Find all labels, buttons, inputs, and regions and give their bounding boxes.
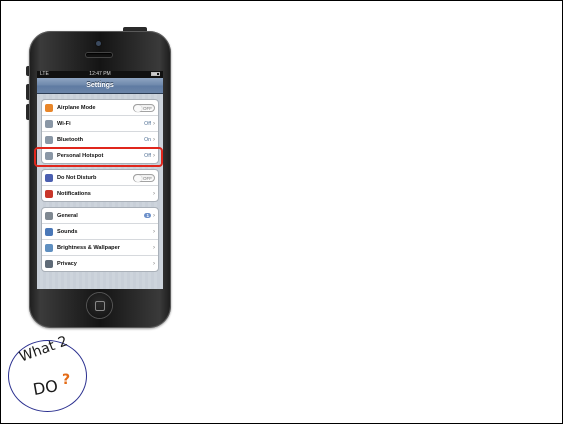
settings-row-label: Wi-Fi <box>57 120 71 127</box>
settings-row-label: General <box>57 212 78 219</box>
iphone-device: LTE 12:47 PM Settings Airplane Mode OFF Wi… <box>29 31 171 328</box>
settings-list: Airplane Mode OFF Wi-Fi Off › Bluetooth On › Per… <box>37 99 163 272</box>
status-bar: LTE 12:47 PM <box>37 71 163 78</box>
settings-row-general[interactable]: General 1 › <box>42 208 158 223</box>
gear-icon <box>45 211 53 220</box>
chevron-right-icon: › <box>153 212 155 219</box>
chevron-right-icon: › <box>153 190 155 197</box>
settings-group: General 1 › Sounds › Brightness & Wallpaper › P… <box>41 207 159 272</box>
status-time: 12:47 PM <box>89 71 111 77</box>
toggle-switch[interactable]: OFF <box>133 103 155 112</box>
settings-row-value: On <box>144 136 151 143</box>
settings-row-do-not-disturb[interactable]: Do Not Disturb OFF <box>42 170 158 185</box>
settings-row-brightness-and-wallpaper[interactable]: Brightness & Wallpaper › <box>42 239 158 255</box>
settings-row-label: Privacy <box>57 260 77 267</box>
settings-row-notifications[interactable]: Notifications › <box>42 185 158 201</box>
toggle-switch[interactable]: OFF <box>133 173 155 182</box>
chevron-right-icon: › <box>153 136 155 143</box>
earpiece-speaker <box>86 53 112 57</box>
notifications-icon <box>45 189 53 198</box>
settings-group: Do Not Disturb OFF Notifications › <box>41 169 159 202</box>
bluetooth-icon <box>45 135 53 144</box>
settings-row-label: Bluetooth <box>57 136 84 143</box>
speaker-icon <box>45 227 53 236</box>
settings-row-label: Brightness & Wallpaper <box>57 244 120 251</box>
battery-icon <box>151 72 160 76</box>
moon-icon <box>45 173 53 182</box>
settings-row-airplane-mode[interactable]: Airplane Mode OFF <box>42 100 158 115</box>
page-title: Settings <box>86 82 114 89</box>
chevron-right-icon: › <box>153 260 155 267</box>
update-badge: 1 <box>144 213 151 218</box>
chevron-right-icon: › <box>153 120 155 127</box>
personal-hotspot-highlight <box>34 147 163 167</box>
settings-row-label: Do Not Disturb <box>57 174 97 181</box>
home-square-icon <box>95 301 105 311</box>
airplane-icon <box>45 103 53 112</box>
phone-screen: LTE 12:47 PM Settings Airplane Mode OFF Wi… <box>37 71 163 289</box>
stamp-question-mark: ? <box>62 372 71 388</box>
settings-row-label: Airplane Mode <box>57 104 96 111</box>
settings-row-privacy[interactable]: Privacy › <box>42 255 158 271</box>
what-2-do-stamp: What 2 DO ? <box>8 333 87 412</box>
brightness-icon <box>45 243 53 252</box>
settings-row-label: Notifications <box>57 190 91 197</box>
settings-row-sounds[interactable]: Sounds › <box>42 223 158 239</box>
settings-row-wi-fi[interactable]: Wi-Fi Off › <box>42 115 158 131</box>
hand-icon <box>45 259 53 268</box>
settings-row-value: Off <box>144 120 151 127</box>
wifi-icon <box>45 119 53 128</box>
settings-row-label: Sounds <box>57 228 78 235</box>
front-camera <box>96 41 101 46</box>
home-button[interactable] <box>87 293 112 318</box>
chevron-right-icon: › <box>153 244 155 251</box>
chevron-right-icon: › <box>153 228 155 235</box>
settings-row-bluetooth[interactable]: Bluetooth On › <box>42 131 158 147</box>
navigation-bar: Settings <box>37 78 163 94</box>
